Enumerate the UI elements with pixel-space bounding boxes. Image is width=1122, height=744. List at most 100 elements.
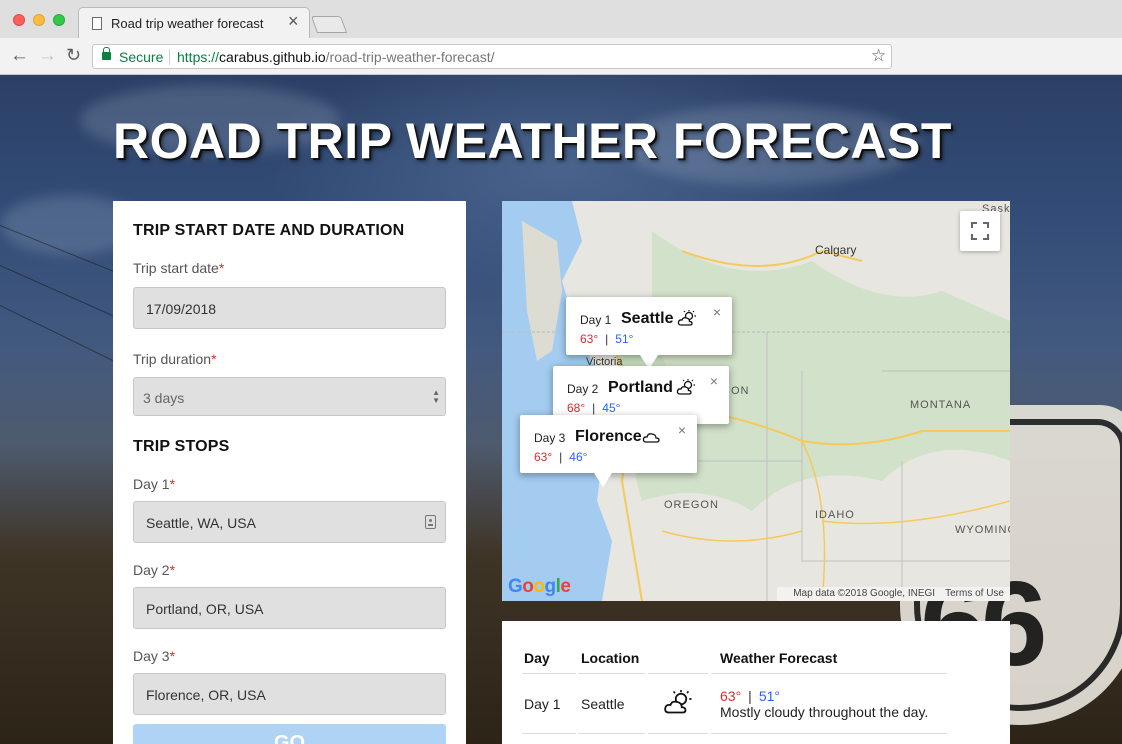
duration-label-text: Trip duration (133, 351, 212, 367)
required-mark: * (218, 260, 225, 276)
info-window-temps: 68° | 45° (567, 401, 620, 415)
start-date-label: Trip start date* (133, 260, 224, 276)
page-title: ROAD TRIP WEATHER FORECAST (113, 113, 952, 169)
info-window-day: Day 1 (580, 313, 612, 327)
column-header-forecast: Weather Forecast (720, 650, 838, 666)
route-map[interactable]: Saska Calgary Victoria ON MONTANA OREGON… (502, 201, 1010, 601)
address-divider (169, 49, 170, 65)
row-divider (522, 733, 576, 734)
secure-label: Secure (119, 49, 164, 65)
google-logo[interactable]: Google (508, 576, 571, 598)
map-region-label: WYOMING (955, 524, 1010, 536)
info-window-city: Florence (575, 428, 642, 445)
info-window-day: Day 2 (567, 382, 599, 396)
required-mark: * (211, 351, 217, 367)
info-window-close-icon[interactable]: × (713, 304, 721, 320)
reload-icon[interactable]: ↻ (66, 46, 81, 64)
row-divider (648, 733, 708, 734)
info-window-temps: 63° | 46° (534, 450, 587, 464)
fullscreen-icon (971, 222, 977, 228)
row-temps: 63° | 51° (720, 688, 780, 704)
info-window-close-icon[interactable]: × (678, 422, 686, 438)
browser-tab-bar: Road trip weather forecast × (0, 0, 1122, 39)
map-city-label: Calgary (815, 243, 857, 257)
required-mark: * (169, 562, 176, 578)
map-data-credit: Map data ©2018 Google, INEGI (793, 588, 936, 599)
high-temp: 63° (720, 688, 742, 704)
stop-1-input[interactable]: Seattle, WA, USA (133, 501, 446, 543)
window-maximize-button[interactable] (53, 14, 65, 26)
select-arrows-icon: ▲ ▼ (432, 388, 440, 405)
tab-close-icon[interactable]: × (288, 12, 299, 30)
forecast-table: Day Location Weather Forecast Day 1 Seat… (502, 621, 1010, 744)
stop-label: Day 2* (133, 562, 175, 578)
partly-cloudy-day-icon (677, 310, 696, 326)
row-location: Seattle (581, 696, 625, 712)
column-header-day: Day (524, 650, 550, 666)
window-close-button[interactable] (13, 14, 25, 26)
browser-tab[interactable]: Road trip weather forecast × (78, 7, 310, 39)
temp-separator: | (605, 332, 609, 346)
stop-2-input[interactable]: Portland, OR, USA (133, 587, 446, 629)
map-region-label: ON (731, 385, 750, 397)
temp-separator: | (559, 450, 563, 464)
stop-3-input[interactable]: Florence, OR, USA (133, 673, 446, 715)
duration-select[interactable]: 3 days ▲ ▼ (133, 377, 446, 416)
stop-2-label: Day 2 (133, 562, 170, 578)
cloudy-icon (642, 433, 660, 443)
tab-title: Road trip weather forecast (111, 16, 264, 31)
forward-arrow-icon[interactable]: → (38, 46, 57, 65)
terms-of-use-link[interactable]: Terms of Use (945, 588, 1004, 599)
partly-cloudy-day-icon (676, 379, 695, 395)
row-day: Day 1 (524, 696, 561, 712)
start-date-label-text: Trip start date (133, 260, 219, 276)
url-path: /road-trip-weather-forecast/ (325, 49, 495, 65)
info-window-temps: 63° | 51° (580, 332, 633, 346)
partly-cloudy-day-icon (664, 690, 692, 714)
page-background: 66 ROAD TRIP WEATHER FORECAST TRIP START… (0, 75, 1122, 744)
trip-form-panel: TRIP START DATE AND DURATION Trip start … (113, 201, 466, 744)
duration-label: Trip duration* (133, 351, 217, 367)
address-bar[interactable]: Secure https://carabus.github.io/road-tr… (92, 44, 892, 69)
new-tab-button[interactable] (310, 16, 348, 33)
info-window-day-1: Day 1 Seattle × 63° | 51° (566, 297, 732, 369)
required-mark: * (169, 648, 176, 664)
row-summary: Mostly cloudy throughout the day. (720, 704, 929, 720)
required-mark: * (169, 476, 176, 492)
go-button[interactable]: GO (133, 724, 446, 744)
fullscreen-icon (983, 234, 989, 240)
low-temp: 46° (569, 450, 588, 464)
back-arrow-icon[interactable]: ← (10, 46, 29, 65)
map-region-label: MONTANA (910, 399, 972, 411)
temp-separator: | (592, 401, 596, 415)
fullscreen-icon (983, 222, 989, 228)
map-fullscreen-button[interactable] (960, 211, 1000, 251)
start-date-input[interactable]: 17/09/2018 (133, 287, 446, 329)
high-temp: 68° (567, 401, 586, 415)
fullscreen-icon (971, 234, 977, 240)
stops-section-heading: TRIP STOPS (133, 438, 230, 455)
low-temp: 51° (758, 688, 780, 704)
low-temp: 51° (615, 332, 634, 346)
url-text[interactable]: https://carabus.github.io/road-trip-weat… (177, 49, 495, 65)
power-line (0, 265, 119, 319)
high-temp: 63° (580, 332, 599, 346)
window-minimize-button[interactable] (33, 14, 45, 26)
bookmark-star-icon[interactable]: ☆ (871, 46, 886, 66)
header-divider (578, 673, 645, 674)
autofill-contact-icon[interactable] (425, 515, 436, 529)
url-host: carabus.github.io (219, 49, 326, 65)
map-region-label: IDAHO (815, 509, 855, 521)
stop-1-label: Day 1 (133, 476, 170, 492)
stop-label: Day 3* (133, 648, 175, 664)
info-window-close-icon[interactable]: × (710, 373, 718, 389)
map-attribution: Map data ©2018 Google, INEGI Terms of Use (777, 587, 1010, 601)
header-divider (711, 673, 947, 674)
duration-value: 3 days (143, 390, 185, 406)
stop-label: Day 1* (133, 476, 175, 492)
row-divider (711, 733, 947, 734)
high-temp: 63° (534, 450, 553, 464)
document-icon (92, 17, 102, 30)
low-temp: 45° (602, 401, 621, 415)
url-scheme: https:// (177, 49, 220, 65)
